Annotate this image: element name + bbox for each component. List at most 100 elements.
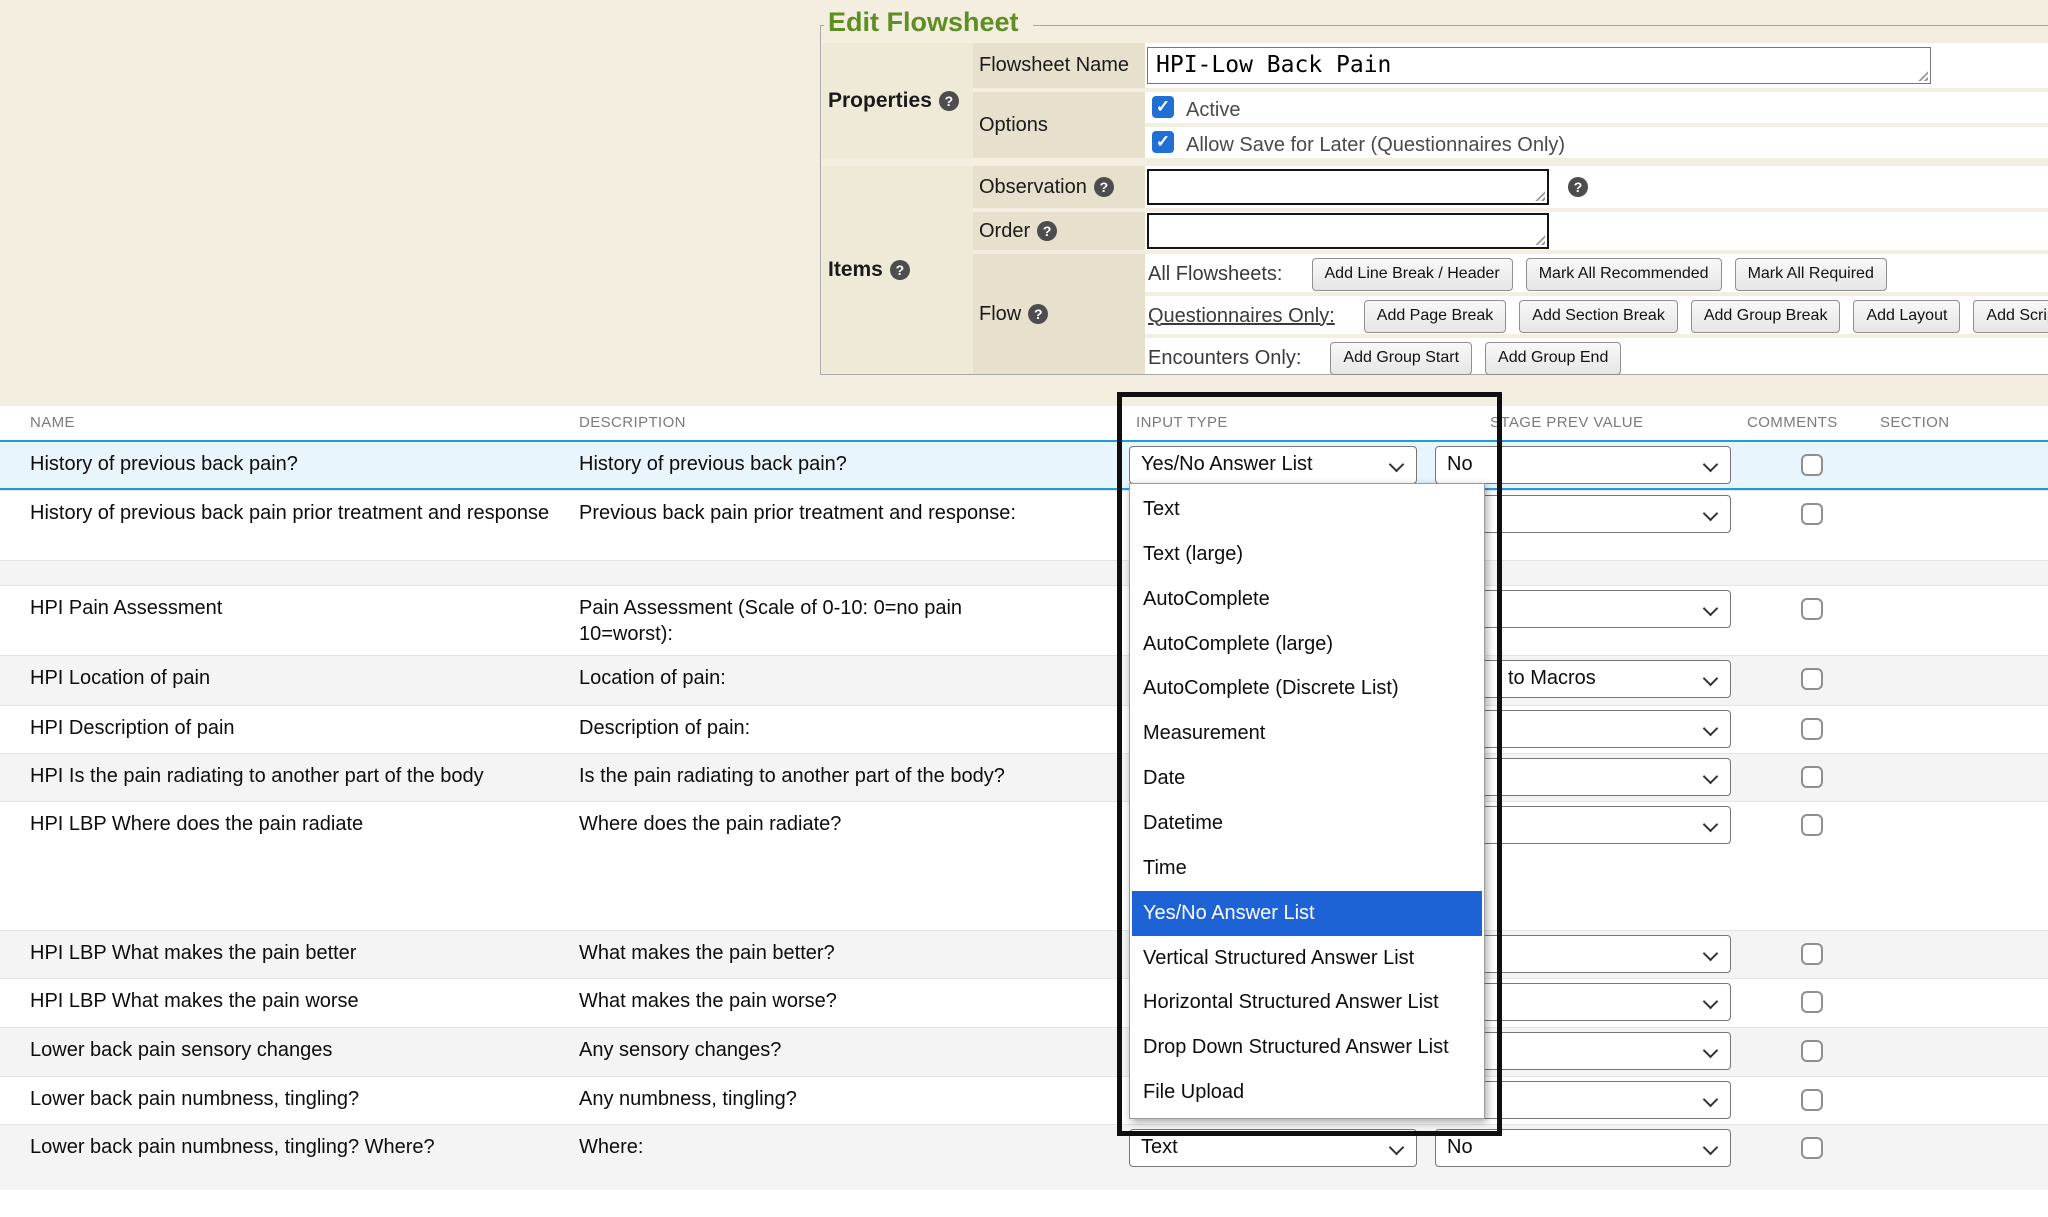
dropdown-option[interactable]: Datetime <box>1130 801 1484 846</box>
add-layout-button[interactable]: Add Layout <box>1853 300 1960 333</box>
chevron-down-icon <box>1703 601 1719 617</box>
comments-checkbox[interactable] <box>1801 766 1823 788</box>
flowsheet-name-value: HPI-Low Back Pain <box>1156 52 1391 78</box>
table-row[interactable]: HPI Pain Assessment Pain Assessment (Scal… <box>0 585 2048 655</box>
table-row[interactable]: Lower back pain sensory changesAny senso… <box>0 1027 2048 1076</box>
input-type-select[interactable]: Text <box>1129 1129 1417 1167</box>
item-name: HPI Description of pain <box>30 715 550 741</box>
chevron-down-icon <box>1703 994 1719 1010</box>
item-name: HPI Pain Assessment <box>30 595 550 621</box>
dropdown-option[interactable]: AutoComplete <box>1130 577 1484 622</box>
stage-prev-value-select[interactable]: No <box>1435 1129 1731 1167</box>
item-description: Pain Assessment (Scale of 0-10: 0=no pai… <box>579 595 1054 647</box>
item-name: HPI LBP Where does the pain radiate <box>30 811 550 837</box>
help-icon[interactable]: ? <box>1568 177 1588 197</box>
stage-prev-value-select[interactable]: No <box>1435 446 1731 484</box>
item-name: HPI Location of pain <box>30 665 550 691</box>
dropdown-option[interactable]: Measurement <box>1130 711 1484 756</box>
help-icon[interactable]: ? <box>890 260 910 280</box>
add-group-end-button[interactable]: Add Group End <box>1485 342 1621 375</box>
chevron-down-icon <box>1703 946 1719 962</box>
flow-group: Questionnaires Only:Add Page BreakAdd Se… <box>1148 298 2048 334</box>
dropdown-option[interactable]: File Upload <box>1130 1070 1484 1115</box>
dropdown-option[interactable]: AutoComplete (Discrete List) <box>1130 666 1484 711</box>
dropdown-option[interactable]: AutoComplete (large) <box>1130 622 1484 667</box>
comments-checkbox[interactable] <box>1801 1089 1823 1111</box>
item-description: Any sensory changes? <box>579 1037 1054 1063</box>
table-footer-area <box>0 1190 2048 1217</box>
flow-label-cell: Flow ? <box>973 254 1145 374</box>
help-icon[interactable]: ? <box>1028 304 1048 324</box>
comments-checkbox[interactable] <box>1801 991 1823 1013</box>
dropdown-option-selected[interactable]: Yes/No Answer List <box>1132 891 1482 936</box>
item-description: Previous back pain prior treatment and r… <box>579 500 1054 526</box>
dropdown-option[interactable]: Horizontal Structured Answer List <box>1130 980 1484 1025</box>
comments-checkbox[interactable] <box>1801 943 1823 965</box>
table-row[interactable]: HPI Description of painDescription of pa… <box>0 705 2048 753</box>
item-description: Is the pain radiating to another part of… <box>579 763 1054 789</box>
dropdown-option[interactable]: Vertical Structured Answer List <box>1130 936 1484 981</box>
item-description: Location of pain: <box>579 665 1054 691</box>
help-icon[interactable]: ? <box>939 91 959 111</box>
stage-prev-value-select-value: No <box>1447 1136 1473 1159</box>
add-group-break-button[interactable]: Add Group Break <box>1691 300 1841 333</box>
input-type-select-value: Text <box>1141 1136 1178 1159</box>
dropdown-option[interactable]: Drop Down Structured Answer List <box>1130 1025 1484 1070</box>
comments-checkbox[interactable] <box>1801 454 1823 476</box>
table-row[interactable]: HPI Is the pain radiating to another par… <box>0 753 2048 801</box>
comments-checkbox[interactable] <box>1801 718 1823 740</box>
table-row[interactable]: HPI LBP What makes the pain worseWhat ma… <box>0 978 2048 1027</box>
column-header-section: SECTION <box>1880 406 1949 440</box>
row-spacer <box>0 560 2048 585</box>
mark-all-required-button[interactable]: Mark All Required <box>1735 258 1887 291</box>
flowsheet-name-label: Flowsheet Name <box>979 54 1129 77</box>
allow-save-checkbox[interactable]: ✓ <box>1152 131 1174 153</box>
resize-grip-icon[interactable] <box>1533 189 1545 201</box>
input-type-select[interactable]: Yes/No Answer List <box>1129 446 1417 484</box>
input-type-dropdown[interactable]: TextText (large)AutoCompleteAutoComplete… <box>1129 483 1485 1119</box>
resize-grip-icon[interactable] <box>1916 69 1928 81</box>
dropdown-option[interactable]: Time <box>1130 846 1484 891</box>
table-row[interactable]: Lower back pain numbness, tingling?Any n… <box>0 1076 2048 1124</box>
dropdown-option[interactable]: Date <box>1130 756 1484 801</box>
dropdown-option[interactable]: Text <box>1130 487 1484 532</box>
observation-input[interactable] <box>1147 169 1549 205</box>
add-line-break-header-button[interactable]: Add Line Break / Header <box>1312 258 1513 291</box>
active-option-row <box>1145 92 2048 123</box>
flowsheet-name-input[interactable]: HPI-Low Back Pain <box>1147 47 1931 84</box>
chevron-down-icon <box>1703 769 1719 785</box>
add-group-start-button[interactable]: Add Group Start <box>1330 342 1472 375</box>
table-row[interactable]: Lower back pain numbness, tingling? Wher… <box>0 1124 2048 1190</box>
comments-checkbox[interactable] <box>1801 1137 1823 1159</box>
table-row[interactable]: History of previous back pain prior trea… <box>0 490 2048 560</box>
item-name: Lower back pain numbness, tingling? <box>30 1086 550 1112</box>
add-scriptlet-button[interactable]: Add Scriptlet <box>1973 300 2048 333</box>
chevron-down-icon <box>1703 457 1719 473</box>
fieldset-border-left <box>820 25 821 375</box>
help-icon[interactable]: ? <box>1037 221 1057 241</box>
order-label-cell: Order ? <box>973 212 1145 250</box>
add-page-break-button[interactable]: Add Page Break <box>1364 300 1507 333</box>
comments-checkbox[interactable] <box>1801 814 1823 836</box>
table-row[interactable]: HPI LBP Where does the pain radiateWhere… <box>0 801 2048 930</box>
table-row[interactable]: History of previous back pain?History of… <box>0 440 2048 490</box>
comments-checkbox[interactable] <box>1801 598 1823 620</box>
edit-flowsheet-screen: Edit Flowsheet Properties ? Items ? Flow… <box>0 0 2048 1217</box>
help-icon[interactable]: ? <box>1094 177 1114 197</box>
comments-checkbox[interactable] <box>1801 1040 1823 1062</box>
resize-grip-icon[interactable] <box>1533 233 1545 245</box>
table-row[interactable]: HPI LBP What makes the pain betterWhat m… <box>0 930 2048 978</box>
order-input[interactable] <box>1147 213 1549 249</box>
active-checkbox-label: Active <box>1186 99 1240 122</box>
mark-all-recommended-button[interactable]: Mark All Recommended <box>1526 258 1722 291</box>
chevron-down-icon <box>1389 457 1405 473</box>
table-row[interactable]: HPI Location of painLocation of pain:to … <box>0 655 2048 705</box>
column-header-description: DESCRIPTION <box>579 406 686 440</box>
add-section-break-button[interactable]: Add Section Break <box>1519 300 1678 333</box>
comments-checkbox[interactable] <box>1801 503 1823 525</box>
comments-checkbox[interactable] <box>1801 668 1823 690</box>
dropdown-option[interactable]: Text (large) <box>1130 532 1484 577</box>
item-name: HPI LBP What makes the pain worse <box>30 988 550 1014</box>
chevron-down-icon <box>1389 1140 1405 1156</box>
active-checkbox[interactable]: ✓ <box>1152 96 1174 118</box>
